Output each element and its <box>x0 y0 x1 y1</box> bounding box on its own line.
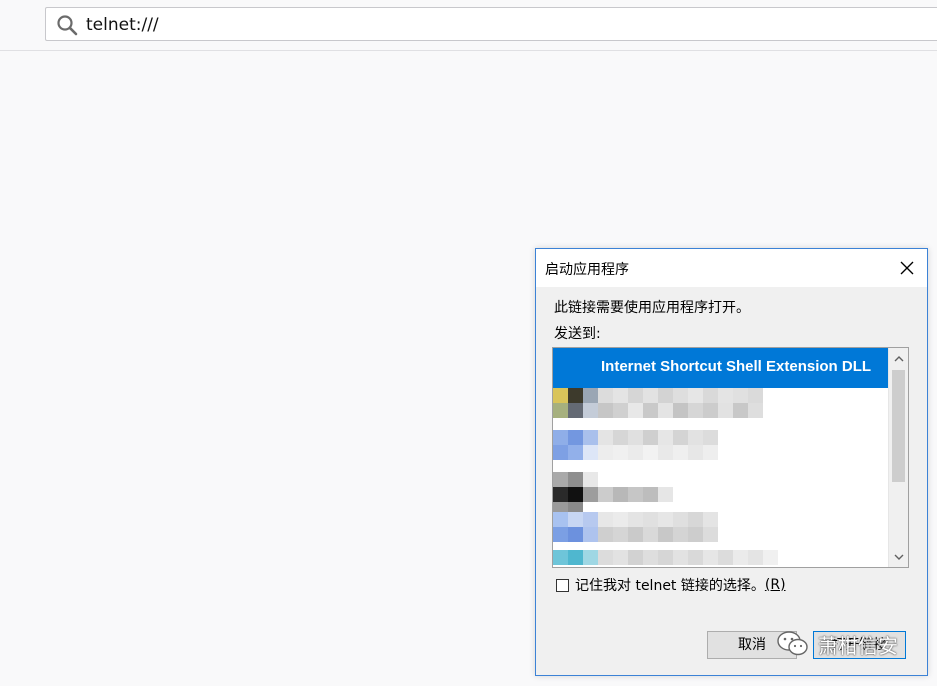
checkbox-box[interactable] <box>556 578 569 592</box>
list-item[interactable] <box>553 430 888 470</box>
list-item[interactable] <box>553 472 888 517</box>
list-scrollbar[interactable] <box>888 348 908 567</box>
dialog-message: 此链接需要使用应用程序打开。 <box>554 300 750 316</box>
browser-window: 启动应用程序 此链接需要使用应用程序打开。 发送到: Internet Shor… <box>0 0 937 686</box>
remember-choice-label: 记住我对 telnet 链接的选择。 <box>575 578 765 594</box>
watermark: 萧柑信安 <box>776 628 898 660</box>
search-icon <box>57 15 78 36</box>
remember-accel-key: (R) <box>764 577 786 593</box>
list-item[interactable] <box>553 550 888 567</box>
list-item[interactable] <box>553 512 888 552</box>
chevron-up-icon <box>894 355 903 361</box>
list-item[interactable] <box>553 388 888 428</box>
launch-application-dialog: 启动应用程序 此链接需要使用应用程序打开。 发送到: Internet Shor… <box>535 248 928 676</box>
app-name-label: Internet Shortcut Shell Extension DLL <box>601 358 872 375</box>
watermark-text: 萧柑信安 <box>818 633 898 658</box>
send-to-label: 发送到: <box>554 326 601 342</box>
url-bar[interactable] <box>45 7 937 41</box>
close-icon[interactable] <box>893 254 921 282</box>
chevron-down-icon <box>894 554 903 560</box>
dialog-title: 启动应用程序 <box>545 262 629 278</box>
scroll-up-button[interactable] <box>889 348 908 368</box>
dialog-titlebar: 启动应用程序 <box>536 249 927 287</box>
application-list[interactable]: Internet Shortcut Shell Extension DLL <box>552 347 909 568</box>
remember-choice-checkbox[interactable]: 记住我对 telnet 链接的选择。 (R) <box>556 575 786 595</box>
scroll-down-button[interactable] <box>889 547 908 567</box>
list-item-selected[interactable]: Internet Shortcut Shell Extension DLL <box>553 348 888 388</box>
scroll-thumb[interactable] <box>892 370 905 482</box>
toolbar <box>0 0 937 51</box>
wechat-icon <box>777 631 808 656</box>
url-input[interactable] <box>86 12 906 38</box>
